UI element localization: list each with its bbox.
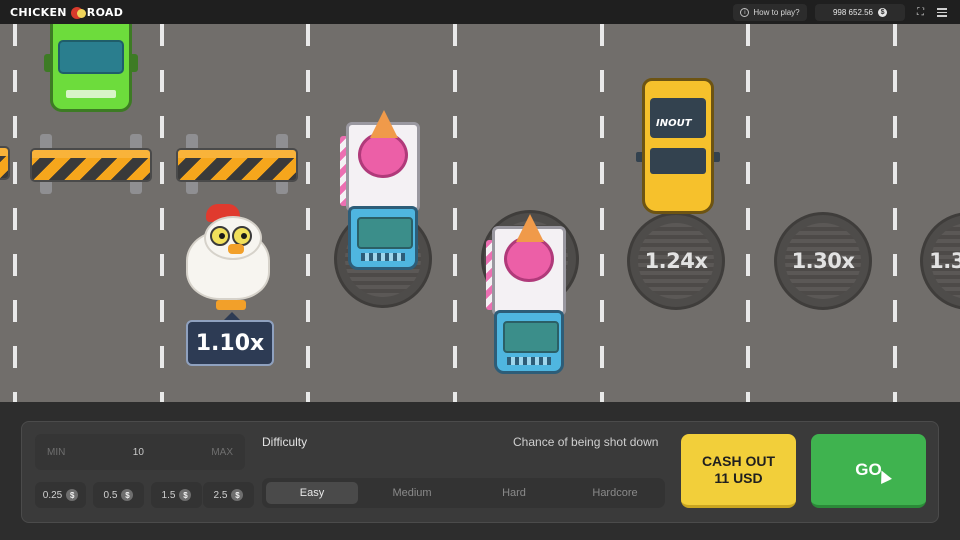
bet-min-button[interactable]: MIN (47, 447, 65, 458)
difficulty-easy[interactable]: Easy (266, 482, 358, 504)
quick-bet-value: 1.5 (161, 489, 176, 501)
how-to-play-button[interactable]: i How to play? (733, 4, 807, 21)
info-icon: i (740, 8, 750, 17)
green-truck (44, 24, 138, 114)
lane-divider (746, 24, 750, 402)
how-to-play-label: How to play? (753, 8, 800, 17)
quick-bet-value: 0.25 (42, 489, 63, 501)
quick-bet-button[interactable]: 1.5 $ (151, 482, 202, 508)
bet-value[interactable]: 10 (133, 447, 144, 458)
yellow-taxi: INOUT (636, 78, 720, 216)
cash-out-amount: 11 USD (714, 469, 763, 486)
current-multiplier-badge: 1.10x (186, 312, 274, 366)
quick-bet-value: 2.5 (213, 489, 228, 501)
chance-label: Chance of being shot down (513, 435, 659, 449)
difficulty-label: Difficulty (262, 435, 308, 449)
lane-divider (13, 24, 17, 402)
quick-bet-button[interactable]: 0.25 $ (35, 482, 86, 508)
taxi-sign: INOUT (656, 118, 692, 129)
top-bar: CHICKEN ROAD i How to play? 998 652.56 $… (0, 0, 960, 24)
quick-bet-value: 0.5 (103, 489, 118, 501)
road-barrier (0, 132, 10, 194)
cash-out-button[interactable]: CASH OUT 11 USD (681, 434, 796, 508)
lane-divider (893, 24, 897, 402)
logo: CHICKEN ROAD (10, 5, 123, 20)
manhole-multiplier[interactable]: 1.3 (920, 212, 960, 310)
bet-amount-input[interactable]: MIN 10 MAX (35, 434, 245, 470)
lane-divider (600, 24, 604, 402)
current-multiplier-value: 1.10x (186, 320, 274, 366)
ice-cream-truck (486, 214, 572, 378)
road: 1.24x 1.30x 1.3 INOUT 1.10x (0, 24, 960, 402)
balance-display: 998 652.56 $ (815, 4, 905, 21)
go-button[interactable]: GO (811, 434, 926, 508)
coin-icon: $ (231, 489, 244, 501)
chicken-player (182, 204, 274, 314)
multiplier-label: 1.3 (929, 249, 960, 273)
manhole-multiplier[interactable]: 1.30x (774, 212, 872, 310)
cash-out-label: CASH OUT (701, 452, 776, 469)
multiplier-label: 1.24x (644, 249, 708, 273)
lane-divider (306, 24, 310, 402)
logo-text-road: ROAD (86, 6, 124, 19)
balance-value: 998 652.56 (832, 8, 874, 17)
quick-bet-button[interactable]: 2.5 $ (203, 482, 254, 508)
logo-chick-icon (69, 6, 86, 20)
quick-bet-button[interactable]: 0.5 $ (93, 482, 144, 508)
coin-icon: $ (66, 489, 79, 501)
lane-divider (160, 24, 164, 402)
manhole-multiplier[interactable]: 1.24x (627, 212, 725, 310)
difficulty-hardcore[interactable]: Hardcore (569, 482, 661, 504)
coin-icon: $ (878, 8, 888, 17)
difficulty-medium[interactable]: Medium (366, 482, 458, 504)
road-barrier (176, 134, 298, 196)
fullscreen-icon[interactable]: ⛶ (913, 5, 928, 20)
logo-text-chicken: CHICKEN (10, 6, 67, 19)
coin-icon: $ (179, 489, 192, 501)
game-screen: CHICKEN ROAD i How to play? 998 652.56 $… (0, 0, 960, 540)
road-barrier (30, 134, 152, 196)
ice-cream-truck (340, 110, 426, 274)
coin-icon: $ (121, 489, 134, 501)
lane-divider (453, 24, 457, 402)
multiplier-label: 1.30x (791, 249, 855, 273)
menu-icon[interactable] (934, 5, 950, 20)
difficulty-hard[interactable]: Hard (468, 482, 560, 504)
bet-max-button[interactable]: MAX (211, 447, 233, 458)
